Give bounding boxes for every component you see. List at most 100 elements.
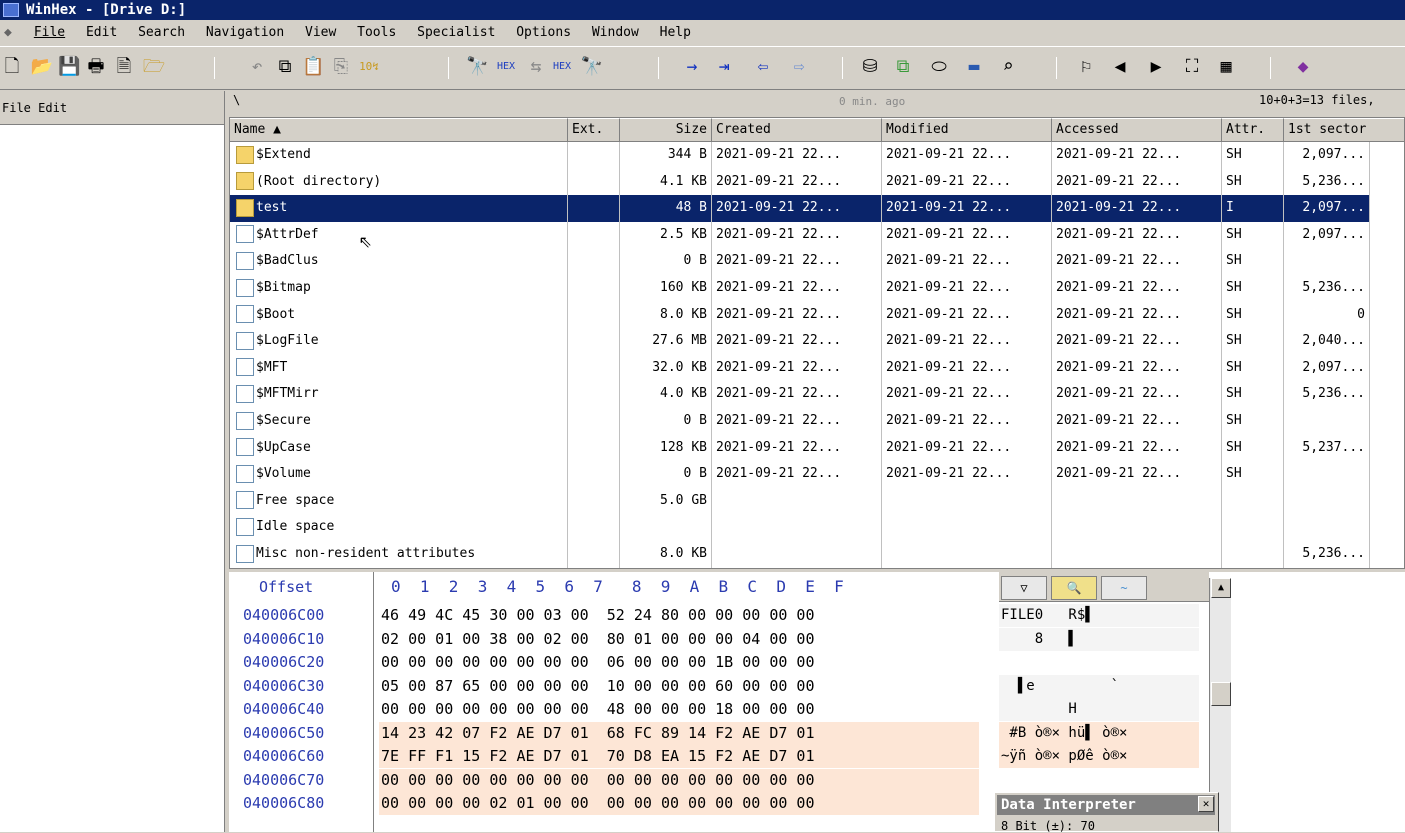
menu-navigation[interactable]: Navigation	[206, 20, 284, 46]
table-row[interactable]: $Volume 0 B 2021-09-21 22... 2021-09-21 22.…	[230, 461, 1370, 488]
table-row[interactable]: $BadClus 0 B 2021-09-21 22... 2021-09-21 22…	[230, 248, 1370, 275]
paste-write-icon[interactable]: ⎘	[330, 55, 352, 79]
charset-icon[interactable]: ▽	[1001, 576, 1047, 600]
col-ext[interactable]: Ext.	[568, 118, 620, 142]
menu-help[interactable]: Help	[660, 20, 691, 46]
back-icon[interactable]: ⇦	[750, 55, 776, 79]
menu-window[interactable]: Window	[592, 20, 639, 46]
menu-edit[interactable]: Edit	[86, 20, 117, 46]
hex-bytes[interactable]: 14 23 42 07 F2 AE D7 01 68 FC 89 14 F2 A…	[379, 721, 979, 745]
print-icon[interactable]: 🖶	[84, 55, 108, 79]
col-modified[interactable]: Modified	[882, 118, 1052, 142]
hex-bytes[interactable]: 00 00 00 00 00 00 00 00 48 00 00 00 18 0…	[379, 698, 979, 721]
close-icon[interactable]: ✕	[1198, 796, 1214, 812]
hex-bytes[interactable]: 00 00 00 00 00 00 00 00 00 00 00 00 00 0…	[379, 768, 979, 792]
menu-tools[interactable]: Tools	[357, 20, 396, 46]
cell-size: 160 KB	[620, 275, 712, 302]
find-text-icon[interactable]: 🔭	[466, 55, 488, 79]
next-icon[interactable]: ▶	[1146, 55, 1166, 79]
sector-text: 2,040...	[1302, 333, 1365, 349]
table-row[interactable]: Misc non-resident attributes 8.0 KB 5,236.…	[230, 541, 1370, 568]
table-row[interactable]: (Root directory) 4.1 KB 2021-09-21 22... 20…	[230, 168, 1370, 196]
convert-icon[interactable]: 10↯	[356, 55, 382, 79]
table-row[interactable]: $Bitmap 160 KB 2021-09-21 22... 2021-09-21 …	[230, 275, 1370, 302]
col-first-sector[interactable]: 1st sector	[1284, 118, 1404, 142]
properties-icon[interactable]: 🗎	[112, 55, 136, 79]
col-size[interactable]: Size	[620, 118, 712, 142]
created-text: 2021-09-21 22...	[716, 200, 842, 216]
wave-icon[interactable]: ~	[1101, 576, 1147, 600]
col-accessed[interactable]: Accessed	[1052, 118, 1222, 142]
table-row[interactable]: Idle space	[230, 514, 1370, 541]
ascii-text[interactable]: ▌e `	[999, 674, 1199, 698]
goto-sector-icon[interactable]: ⇥	[712, 55, 736, 79]
col-created[interactable]: Created	[712, 118, 882, 142]
copy-icon[interactable]: ⧉	[274, 55, 296, 79]
case-icon[interactable]: 🗁	[142, 55, 166, 79]
snapshot-icon[interactable]: ⚐	[1074, 55, 1098, 79]
ascii-text[interactable]: H	[999, 698, 1199, 721]
undo-icon[interactable]: ↶	[246, 55, 268, 79]
disk-image-icon[interactable]: ⬭	[926, 55, 952, 79]
search-text-icon[interactable]: 🔍	[1051, 576, 1097, 600]
created-text: 2021-09-21 22...	[716, 253, 842, 269]
table-row[interactable]: Free space 5.0 GB	[230, 487, 1370, 515]
help-icon[interactable]: ◆	[1290, 55, 1316, 79]
prev-icon[interactable]: ◀	[1110, 55, 1130, 79]
paste-icon[interactable]: 📋	[302, 55, 324, 79]
col-name[interactable]: Name ▲	[230, 118, 568, 142]
replace-hex-icon[interactable]: HEX	[550, 55, 574, 79]
hex-bytes[interactable]: 7E FF F1 15 F2 AE D7 01 70 D8 EA 15 F2 A…	[379, 745, 979, 768]
open-icon[interactable]: 📂	[30, 55, 54, 79]
clone-icon[interactable]: ⧉	[890, 55, 916, 79]
tree-file-menu[interactable]: File	[2, 101, 31, 115]
tree-edit-menu[interactable]: Edit	[38, 101, 67, 115]
scroll-thumb[interactable]	[1211, 682, 1231, 706]
table-row[interactable]: $MFTMirr 4.0 KB 2021-09-21 22... 2021-09-21…	[230, 381, 1370, 408]
menu-view[interactable]: View	[305, 20, 336, 46]
hex-bytes[interactable]: 46 49 4C 45 30 00 03 00 52 24 80 00 00 0…	[379, 604, 979, 627]
hex-bytes[interactable]: 05 00 87 65 00 00 00 00 10 00 00 00 60 0…	[379, 675, 979, 698]
hex-column-header: 0 1 2 3 4 5 6 7 8 9 A B C D E F	[391, 577, 844, 596]
ascii-text[interactable]: FILE0 R$▌	[999, 604, 1199, 627]
find-next-icon[interactable]: 🔭	[580, 55, 604, 79]
grid-icon[interactable]: ▦	[1214, 55, 1238, 79]
menu-file[interactable]: File	[34, 20, 65, 46]
ram-icon[interactable]: ▬	[962, 55, 986, 79]
forward-icon[interactable]: ⇨	[786, 55, 812, 79]
hex-bytes[interactable]: 00 00 00 00 00 00 00 00 06 00 00 00 1B 0…	[379, 651, 979, 674]
hex-bytes[interactable]: 02 00 01 00 38 00 02 00 80 01 00 00 00 0…	[379, 628, 979, 651]
menu-specialist[interactable]: Specialist	[417, 20, 495, 46]
cell-name: $AttrDef	[230, 221, 568, 249]
menu-search[interactable]: Search	[138, 20, 185, 46]
table-row[interactable]: $Secure 0 B 2021-09-21 22... 2021-09-21 22.…	[230, 408, 1370, 435]
table-row[interactable]: $MFT 32.0 KB 2021-09-21 22... 2021-09-21 22…	[230, 354, 1370, 382]
magnify-icon[interactable]: ⌕	[996, 55, 1020, 79]
scroll-up-icon[interactable]: ▲	[1211, 578, 1231, 598]
cell-name: $LogFile	[230, 328, 568, 355]
table-row[interactable]: $LogFile 27.6 MB 2021-09-21 22... 2021-09-2…	[230, 328, 1370, 355]
replace-text-icon[interactable]: ⇆	[524, 55, 548, 79]
table-row[interactable]: $Boot 8.0 KB 2021-09-21 22... 2021-09-21 22…	[230, 301, 1370, 329]
table-row[interactable]: $AttrDef 2.5 KB 2021-09-21 22... 2021-09-21…	[230, 221, 1370, 249]
ascii-text[interactable]: 8 ▌	[999, 627, 1199, 651]
ascii-text[interactable]: #B ò®× hü▌ ò®×	[999, 721, 1199, 745]
table-row[interactable]: $UpCase 128 KB 2021-09-21 22... 2021-09-21 …	[230, 434, 1370, 462]
menu-options[interactable]: Options	[516, 20, 571, 46]
hex-bytes[interactable]: 00 00 00 00 02 01 00 00 00 00 00 00 00 0…	[379, 792, 979, 815]
cell-size: 48 B	[620, 195, 712, 222]
camera-icon[interactable]: ⛶	[1180, 55, 1204, 79]
new-icon[interactable]: 🗋	[2, 55, 22, 79]
system-menu-icon[interactable]: ◆	[4, 20, 26, 46]
hex-row: 040006C10 02 00 01 00 38 00 02 00 80 01 0…	[229, 627, 1199, 652]
find-hex-icon[interactable]: HEX	[494, 55, 518, 79]
cell-ext	[568, 408, 620, 435]
table-row[interactable]: test 48 B 2021-09-21 22... 2021-09-21 22...…	[230, 195, 1370, 222]
goto-offset-icon[interactable]: →	[680, 55, 704, 79]
ascii-text[interactable]: ~ÿñ ò®× pØê ò®×	[999, 745, 1199, 768]
table-row[interactable]: $Extend 344 B 2021-09-21 22... 2021-09-21 2…	[230, 142, 1370, 169]
cell-name: $Extend	[230, 142, 568, 169]
save-icon[interactable]: 💾	[58, 55, 80, 79]
col-attr[interactable]: Attr.	[1222, 118, 1284, 142]
open-disk-icon[interactable]: ⛁	[858, 55, 882, 79]
